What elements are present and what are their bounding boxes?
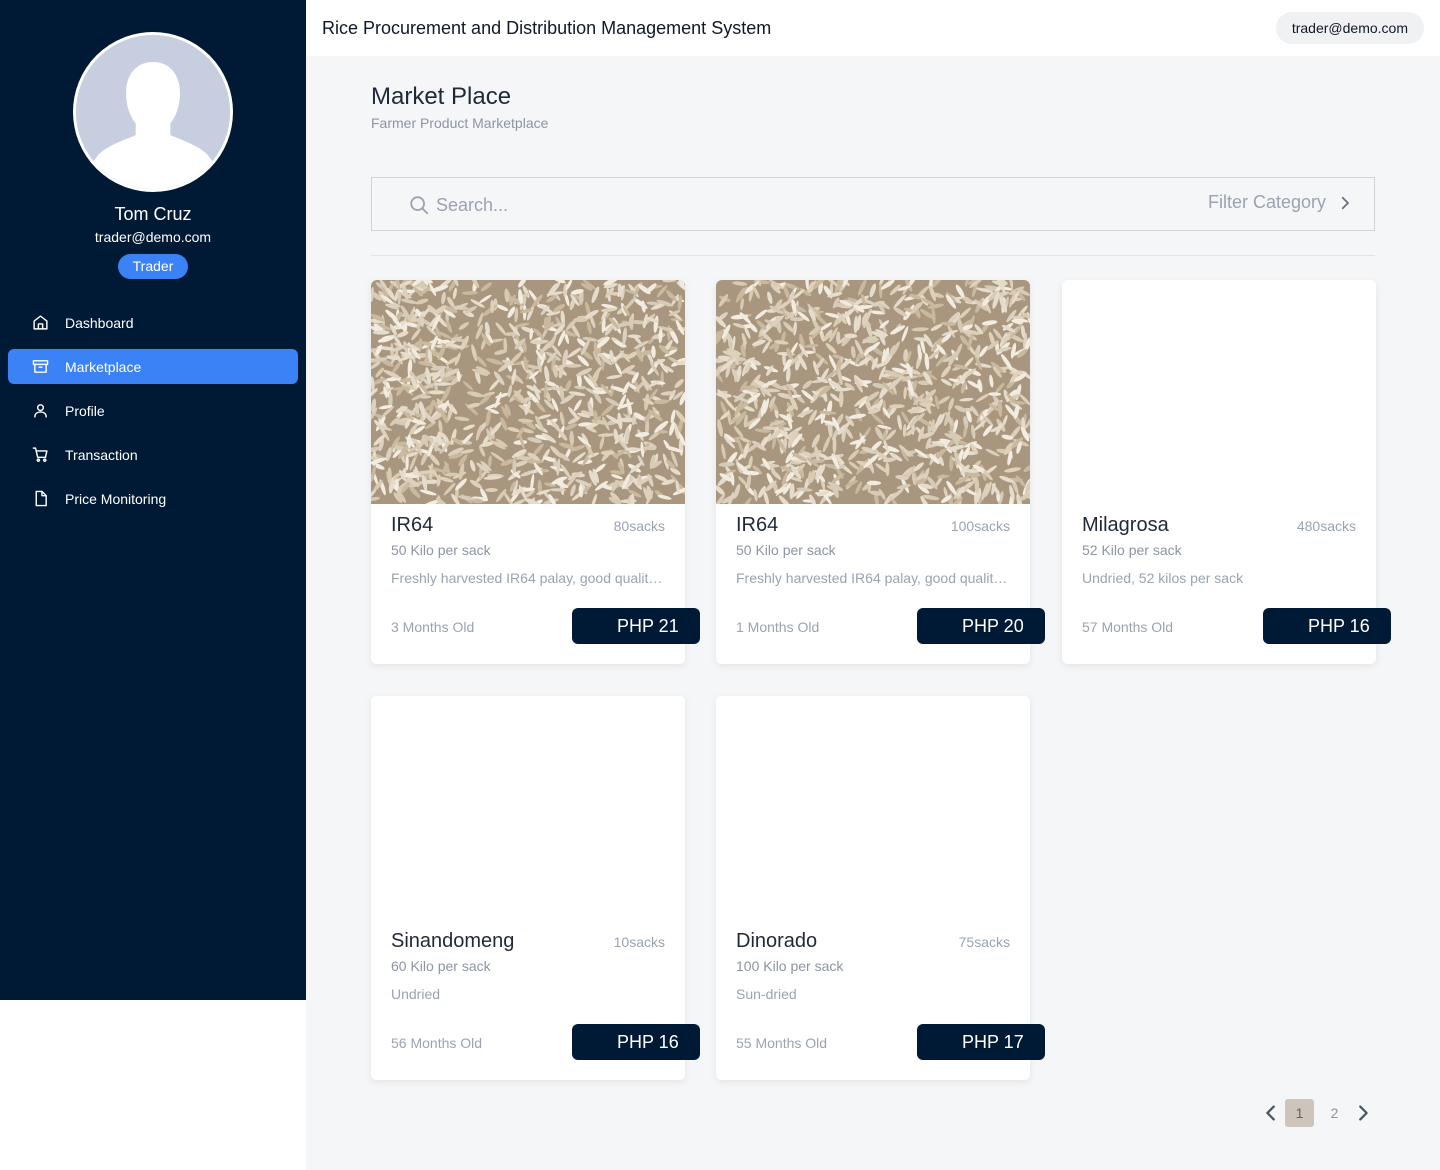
product-name: IR64 (736, 514, 779, 536)
product-unit: 60 Kilo per sack (391, 958, 491, 974)
price-button[interactable]: PHP 20 (917, 608, 1045, 644)
price-button[interactable]: PHP 16 (1263, 608, 1391, 644)
user-icon (32, 402, 49, 419)
price-button[interactable]: PHP 17 (917, 1024, 1045, 1060)
page-number-1[interactable]: 1 (1285, 1099, 1314, 1127)
sidebar-item-dashboard[interactable]: Dashboard (8, 305, 298, 340)
product-image (371, 280, 685, 504)
chevron-right-icon (1341, 196, 1349, 209)
product-description: Undried (391, 986, 441, 1002)
product-card[interactable]: Milagrosa 480sacks 52 Kilo per sack Undr… (1062, 280, 1391, 664)
product-age: 56 Months Old (391, 1035, 483, 1051)
product-image (371, 696, 685, 920)
role-badge: Trader (118, 254, 188, 279)
main-content: Market Place Farmer Product Marketplace … (306, 56, 1440, 1170)
filter-category-button[interactable]: Filter Category (1208, 192, 1354, 213)
product-unit: 100 Kilo per sack (736, 958, 844, 974)
product-unit: 50 Kilo per sack (391, 542, 491, 558)
product-name: Sinandomeng (391, 930, 515, 952)
product-age: 55 Months Old (736, 1035, 828, 1051)
sidebar-item-label: Transaction (65, 446, 138, 463)
product-quantity: 10sacks (613, 934, 665, 950)
search-bar: Filter Category (371, 177, 1375, 231)
page-subtitle: Farmer Product Marketplace (371, 115, 549, 131)
page-number-2[interactable]: 2 (1320, 1099, 1349, 1127)
avatar (73, 32, 233, 192)
home-icon (32, 314, 49, 331)
product-card[interactable]: Dinorado 75sacks 100 Kilo per sack Sun-d… (716, 696, 1045, 1080)
filter-category-label: Filter Category (1207, 192, 1326, 212)
archive-icon (32, 358, 49, 375)
product-image (1062, 280, 1376, 504)
sidebar-item-marketplace[interactable]: Marketplace (8, 349, 298, 384)
product-description: Undried, 52 kilos per sack (1082, 570, 1244, 586)
app-title: Rice Procurement and Distribution Manage… (322, 18, 772, 38)
product-unit: 52 Kilo per sack (1082, 542, 1182, 558)
product-card[interactable]: IR64 100sacks 50 Kilo per sack Freshly h… (716, 280, 1045, 664)
chevron-right-icon (1359, 1105, 1368, 1121)
user-email: trader@demo.com (94, 229, 212, 245)
sidebar-nav: Dashboard Marketplace Profile Transactio… (8, 305, 298, 525)
sidebar-item-label: Profile (65, 402, 105, 419)
product-description: Freshly harvested IR64 palay, good quali… (736, 570, 1010, 586)
divider (371, 255, 1375, 256)
product-image (716, 696, 1030, 920)
pagination: 1 2 (1260, 1099, 1374, 1127)
sidebar-item-label: Marketplace (65, 358, 142, 375)
search-icon (408, 194, 430, 216)
rice-grains-image (716, 280, 1030, 504)
product-unit: 50 Kilo per sack (736, 542, 836, 558)
price-button[interactable]: PHP 16 (572, 1024, 700, 1060)
document-icon (32, 490, 49, 507)
product-description: Freshly harvested IR64 palay, good quali… (391, 570, 665, 586)
rice-grains-image (371, 280, 685, 504)
product-quantity: 80sacks (613, 518, 665, 534)
product-age: 57 Months Old (1082, 619, 1174, 635)
product-card[interactable]: Sinandomeng 10sacks 60 Kilo per sack Und… (371, 696, 700, 1080)
product-image (716, 280, 1030, 504)
sidebar: Tom Cruz trader@demo.com Trader Dashboar… (0, 0, 306, 1000)
next-page-button[interactable] (1352, 1102, 1374, 1124)
product-name: Milagrosa (1082, 514, 1169, 536)
product-description: Sun-dried (736, 986, 797, 1002)
product-quantity: 75sacks (958, 934, 1010, 950)
product-name: IR64 (391, 514, 434, 536)
product-name: Dinorado (736, 930, 818, 952)
sidebar-item-label: Dashboard (65, 314, 134, 331)
sidebar-item-profile[interactable]: Profile (8, 393, 298, 428)
product-quantity: 100sacks (950, 518, 1010, 534)
product-quantity: 480sacks (1296, 518, 1356, 534)
sidebar-item-label: Price Monitoring (65, 490, 167, 507)
product-card[interactable]: IR64 80sacks 50 Kilo per sack Freshly ha… (371, 280, 700, 664)
user-silhouette-icon (76, 35, 230, 189)
sidebar-item-price-monitoring[interactable]: Price Monitoring (8, 481, 298, 516)
product-age: 1 Months Old (736, 619, 820, 635)
account-menu-button[interactable]: trader@demo.com (1275, 12, 1424, 44)
previous-page-button[interactable] (1260, 1102, 1282, 1124)
sidebar-item-transaction[interactable]: Transaction (8, 437, 298, 472)
product-age: 3 Months Old (391, 619, 475, 635)
top-bar: Rice Procurement and Distribution Manage… (306, 0, 1440, 56)
cart-icon (32, 446, 49, 463)
user-name: Tom Cruz (114, 204, 192, 224)
price-button[interactable]: PHP 21 (572, 608, 700, 644)
page-title: Market Place (371, 83, 512, 110)
search-input[interactable] (436, 190, 1136, 220)
chevron-left-icon (1266, 1105, 1275, 1121)
